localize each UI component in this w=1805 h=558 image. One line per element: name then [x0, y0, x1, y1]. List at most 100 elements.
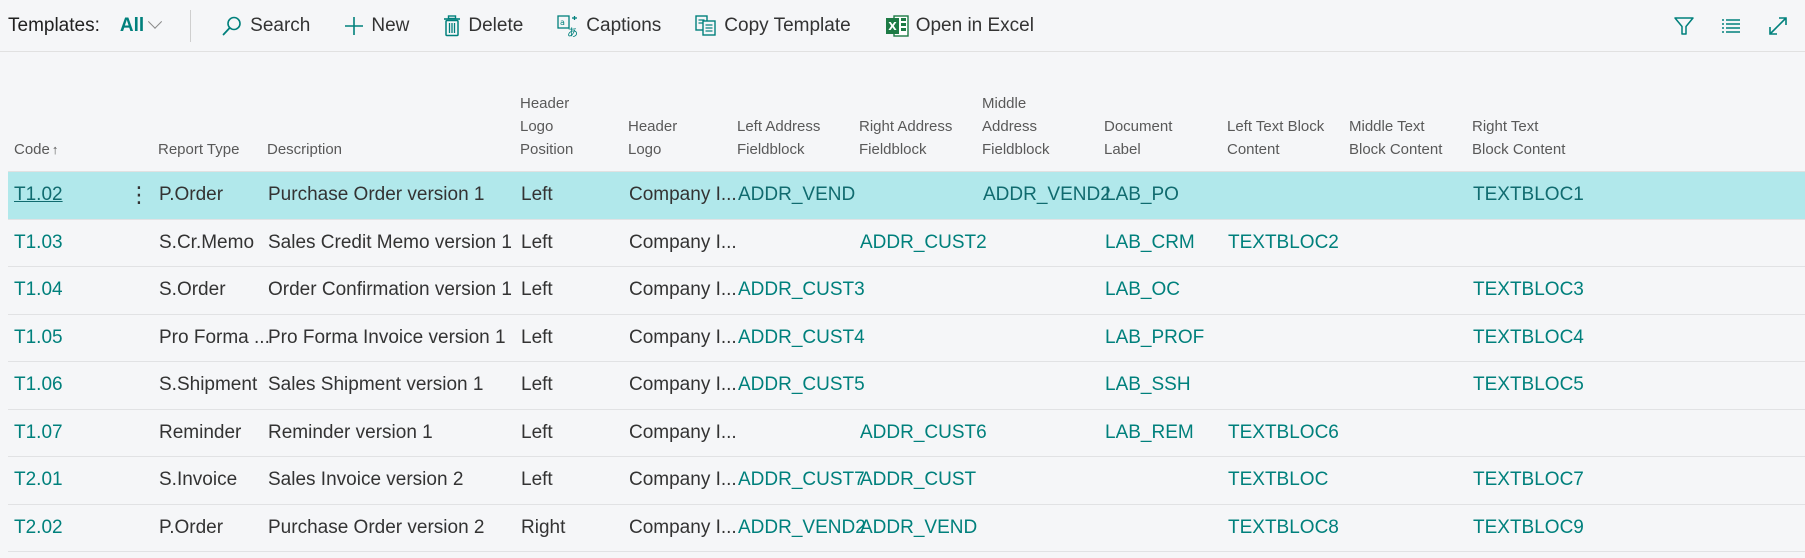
- table-row[interactable]: T1.07 Reminder Reminder version 1 Left Compa…: [8, 410, 1805, 457]
- column-header-report-type[interactable]: Report Type: [158, 138, 239, 161]
- right-address-cell[interactable]: ADDR_CUST2: [860, 220, 987, 267]
- header-line: Fieldblock: [982, 141, 1050, 158]
- code-cell[interactable]: T1.06: [14, 362, 63, 409]
- code-cell[interactable]: T1.02: [14, 172, 63, 219]
- left-text-block-cell[interactable]: TEXTBLOC2: [1228, 220, 1339, 267]
- column-header-document-label[interactable]: Document Label: [1104, 115, 1172, 161]
- table-row[interactable]: T1.04 S.Order Order Confirmation version 1…: [8, 267, 1805, 315]
- header-line: Middle Text: [1349, 118, 1425, 135]
- open-in-excel-button-label: Open in Excel: [915, 14, 1034, 36]
- report-type-cell: P.Order: [159, 184, 224, 206]
- column-header-left-text-block[interactable]: Left Text Block Content: [1227, 115, 1324, 161]
- right-text-block-cell[interactable]: TEXTBLOC4: [1473, 315, 1584, 362]
- open-in-excel-button[interactable]: X Open in Excel: [885, 15, 1034, 37]
- header-line: Header: [628, 118, 678, 135]
- table-row[interactable]: T1.02 P.Order Purchase Order version 1 Left…: [8, 172, 1805, 220]
- column-header-header-logo[interactable]: Header Logo: [628, 115, 677, 161]
- column-header-report-type-label: Report Type: [158, 141, 240, 158]
- column-header-right-text-block[interactable]: Right Text Block Content: [1472, 115, 1565, 161]
- table-row[interactable]: T2.01 S.Invoice Sales Invoice version 2 Lef…: [8, 457, 1805, 505]
- column-header-middle-text-block[interactable]: Middle Text Block Content: [1349, 115, 1442, 161]
- right-address-cell[interactable]: ADDR_CUST: [860, 457, 976, 504]
- delete-button-label: Delete: [468, 14, 524, 36]
- page-title: Templates:: [8, 14, 100, 36]
- filter-icon[interactable]: [1673, 15, 1695, 37]
- left-text-block-cell[interactable]: TEXTBLOC: [1228, 457, 1328, 504]
- header-logo-position-cell: Left: [521, 326, 553, 348]
- right-address-cell[interactable]: ADDR_CUST6: [860, 410, 987, 457]
- document-label-cell[interactable]: LAB_SSH: [1105, 362, 1191, 409]
- right-text-block-cell[interactable]: TEXTBLOC3: [1473, 267, 1584, 314]
- left-address-cell[interactable]: ADDR_CUST4: [738, 315, 865, 362]
- row-actions-ellipsis-icon[interactable]: ⋮: [128, 172, 150, 219]
- code-cell[interactable]: T1.04: [14, 267, 63, 314]
- column-header-left-address[interactable]: Left Address Fieldblock: [737, 115, 820, 161]
- left-text-block-cell[interactable]: TEXTBLOC8: [1228, 505, 1339, 552]
- header-line: Left Address: [737, 118, 821, 135]
- copy-template-button[interactable]: Copy Template: [695, 15, 851, 37]
- expand-icon[interactable]: [1767, 15, 1789, 37]
- header-line: Right Address: [859, 118, 953, 135]
- table-row[interactable]: T1.03 S.Cr.Memo Sales Credit Memo version …: [8, 220, 1805, 267]
- svg-text:X: X: [888, 20, 897, 33]
- right-address-cell[interactable]: ADDR_VEND: [860, 505, 977, 552]
- new-button[interactable]: New: [344, 15, 409, 37]
- report-type-cell: S.Cr.Memo: [159, 231, 255, 253]
- column-header-header-logo-position[interactable]: Header Logo Position: [520, 92, 573, 161]
- report-type-cell: S.Shipment: [159, 374, 258, 396]
- right-text-block-cell[interactable]: TEXTBLOC5: [1473, 362, 1584, 409]
- left-address-cell[interactable]: ADDR_CUST3: [738, 267, 865, 314]
- plus-icon: [345, 16, 364, 35]
- left-address-cell[interactable]: ADDR_CUST5: [738, 362, 865, 409]
- right-text-block-cell[interactable]: TEXTBLOC9: [1473, 505, 1584, 552]
- column-header-code[interactable]: Code ↑: [14, 138, 58, 161]
- column-header-description[interactable]: Description: [267, 138, 342, 161]
- search-icon: [222, 16, 241, 35]
- header-line: Block Content: [1472, 141, 1566, 158]
- left-address-cell[interactable]: ADDR_VEND: [738, 172, 855, 219]
- table-row[interactable]: T1.05 Pro Forma ... Pro Forma Invoice vers…: [8, 315, 1805, 362]
- right-text-block-cell[interactable]: TEXTBLOC7: [1473, 457, 1584, 504]
- description-cell: Sales Credit Memo version 1: [268, 231, 512, 253]
- table-row[interactable]: T2.02 P.Order Purchase Order version 2 Righ…: [8, 505, 1805, 552]
- document-label-cell[interactable]: LAB_CRM: [1105, 220, 1195, 267]
- description-cell: Purchase Order version 1: [268, 184, 485, 206]
- trash-icon: [444, 14, 461, 36]
- document-label-cell[interactable]: LAB_OC: [1105, 267, 1180, 314]
- code-cell[interactable]: T1.07: [14, 410, 63, 457]
- search-button[interactable]: Search: [221, 15, 310, 37]
- header-line: Fieldblock: [737, 141, 805, 158]
- column-header-description-label: Description: [267, 141, 343, 158]
- header-logo-cell: Company I...: [629, 421, 737, 443]
- document-label-cell[interactable]: LAB_REM: [1105, 410, 1194, 457]
- document-label-cell[interactable]: LAB_PROF: [1105, 315, 1204, 362]
- column-header-code-label: Code: [14, 141, 50, 158]
- code-cell[interactable]: T2.01: [14, 457, 63, 504]
- header-logo-cell: Company I...: [629, 231, 737, 253]
- column-header-middle-address[interactable]: Middle Address Fieldblock: [982, 92, 1050, 161]
- svg-text:あ: あ: [567, 26, 578, 37]
- left-text-block-cell[interactable]: TEXTBLOC6: [1228, 410, 1339, 457]
- grid-body: T1.02 P.Order Purchase Order version 1 Left…: [8, 172, 1805, 552]
- translate-icon: aあ: [557, 14, 578, 37]
- code-cell[interactable]: T2.02: [14, 505, 63, 552]
- table-row[interactable]: T1.06 S.Shipment Sales Shipment version 1 L…: [8, 362, 1805, 410]
- middle-address-cell[interactable]: ADDR_VEND2: [983, 172, 1111, 219]
- captions-button[interactable]: aあ Captions: [557, 15, 661, 37]
- action-bar: Templates: All Search New Delete aあ Capt…: [0, 0, 1805, 52]
- header-logo-cell: Company I...: [629, 516, 737, 538]
- left-address-cell[interactable]: ADDR_VEND2: [738, 505, 866, 552]
- header-line: Header: [520, 95, 570, 112]
- left-address-cell[interactable]: ADDR_CUST7: [738, 457, 865, 504]
- delete-button[interactable]: Delete: [443, 15, 523, 37]
- header-line: Position: [520, 141, 574, 158]
- right-text-block-cell[interactable]: TEXTBLOC1: [1473, 172, 1584, 219]
- toolbar-divider: [190, 9, 192, 42]
- code-cell[interactable]: T1.05: [14, 315, 63, 362]
- list-view-icon[interactable]: [1721, 17, 1741, 35]
- header-line: Document: [1104, 118, 1173, 135]
- column-header-right-address[interactable]: Right Address Fieldblock: [859, 115, 952, 161]
- document-label-cell[interactable]: LAB_PO: [1105, 172, 1179, 219]
- view-selector[interactable]: All: [120, 14, 163, 37]
- code-cell[interactable]: T1.03: [14, 220, 63, 267]
